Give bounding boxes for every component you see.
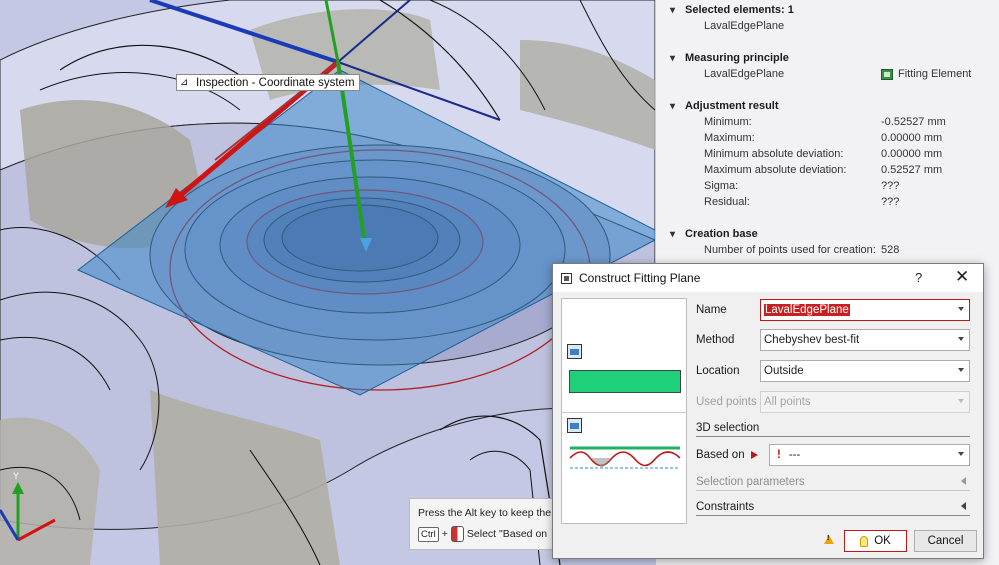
lightbulb-icon: [860, 535, 869, 547]
hint-text-select: Select "Based on: [466, 528, 548, 540]
chevron-down-icon: [958, 399, 964, 403]
name-label: Name: [696, 304, 727, 316]
fitting-element-label: Fitting Element: [898, 68, 972, 80]
section-3d-selection-label: 3D selection: [696, 422, 760, 434]
measuring-principle-name: LavalEdgePlane: [704, 68, 785, 80]
result-value: ???: [881, 196, 900, 208]
result-value: 0.00000 mm: [881, 132, 943, 144]
section-adjustment-result[interactable]: Adjustment result: [670, 100, 779, 112]
chevron-down-icon: [958, 452, 964, 456]
coordinate-system-label: Inspection - Coordinate system: [196, 76, 355, 89]
selection-parameters-label: Selection parameters: [696, 476, 805, 488]
location-label: Location: [696, 365, 740, 377]
hint-plus: +: [441, 528, 448, 540]
ctrl-key-badge: Ctrl: [418, 526, 439, 542]
section-measuring-principle[interactable]: Measuring principle: [670, 52, 789, 64]
fitting-element-type: Fitting Element: [881, 68, 971, 80]
section-selection-parameters[interactable]: Selection parameters: [696, 476, 970, 491]
section-constraints[interactable]: Constraints: [696, 501, 970, 516]
result-value: -0.52527 mm: [881, 116, 946, 128]
section-creation-base[interactable]: Creation base: [670, 228, 758, 240]
result-label: Sigma:: [704, 180, 739, 192]
based-on-label: Based on: [696, 449, 745, 461]
dialog-title-bar[interactable]: Construct Fitting Plane ? ✕: [553, 264, 983, 292]
preview-pane: [561, 298, 687, 524]
section-selected-elements[interactable]: Selected elements: 1: [670, 4, 794, 16]
plane-preview[interactable]: [562, 299, 686, 413]
method-value: Chebyshev best-fit: [764, 334, 860, 346]
dialog-window-icon: [561, 272, 572, 284]
close-button[interactable]: ✕: [955, 267, 969, 287]
cancel-button[interactable]: Cancel: [914, 530, 977, 552]
used-points-value: All points: [764, 396, 811, 408]
construct-fitting-plane-dialog: Construct Fitting Plane ? ✕ Name LavalEd…: [552, 263, 984, 559]
ok-button[interactable]: OK: [844, 530, 907, 552]
result-value: ???: [881, 180, 900, 192]
result-label: Minimum:: [704, 116, 752, 128]
help-button[interactable]: ?: [915, 270, 922, 285]
points-used-value: 528: [881, 244, 900, 256]
location-value: Outside: [764, 365, 804, 377]
constraints-label: Constraints: [696, 501, 755, 513]
dialog-title: Construct Fitting Plane: [579, 271, 701, 285]
coordinate-system-tooltip: ⊿ Inspection - Coordinate system: [176, 74, 360, 91]
result-value: 0.52527 mm: [881, 164, 943, 176]
fitting-element-icon: [881, 68, 893, 80]
result-value: 0.00000 mm: [881, 148, 943, 160]
section-3d-selection[interactable]: 3D selection: [696, 422, 970, 437]
name-field[interactable]: LavalEdgePlane: [760, 299, 970, 321]
based-on-select[interactable]: ! ---: [769, 444, 970, 466]
required-warning-icon: !: [777, 449, 781, 461]
method-select[interactable]: Chebyshev best-fit: [760, 329, 970, 351]
plane-preview-bar: [569, 370, 681, 393]
mouse-left-click-icon: [450, 526, 464, 542]
chevron-down-icon: [958, 368, 964, 372]
warning-icon: [824, 535, 834, 544]
chevron-down-icon: [958, 337, 964, 341]
result-label: Maximum absolute deviation:: [704, 164, 847, 176]
result-label: Minimum absolute deviation:: [704, 148, 844, 160]
result-label: Maximum:: [704, 132, 755, 144]
points-used-label: Number of points used for creation:: [704, 244, 876, 256]
collapse-arrow-icon: [961, 502, 966, 510]
result-label: Residual:: [704, 196, 750, 208]
ok-label: OK: [874, 535, 891, 547]
chebyshev-fit-graphic: [569, 446, 681, 469]
plane-cube-icon: [567, 344, 582, 359]
cancel-label: Cancel: [927, 535, 964, 547]
fit-method-preview[interactable]: [562, 414, 686, 524]
axis-y-label: Y: [13, 471, 20, 481]
location-select[interactable]: Outside: [760, 360, 970, 382]
collapse-arrow-icon: [961, 477, 966, 485]
method-label: Method: [696, 334, 735, 346]
coordinate-system-icon: ⊿: [180, 76, 189, 88]
name-field-value: LavalEdgePlane: [764, 304, 850, 316]
play-arrow-icon[interactable]: [751, 451, 758, 459]
based-on-value: ---: [788, 449, 801, 461]
used-points-label: Used points: [696, 396, 757, 408]
chevron-down-icon: [958, 307, 964, 311]
selected-element-name: LavalEdgePlane: [704, 20, 785, 32]
fit-cube-icon: [567, 418, 582, 433]
used-points-select: All points: [760, 391, 970, 413]
